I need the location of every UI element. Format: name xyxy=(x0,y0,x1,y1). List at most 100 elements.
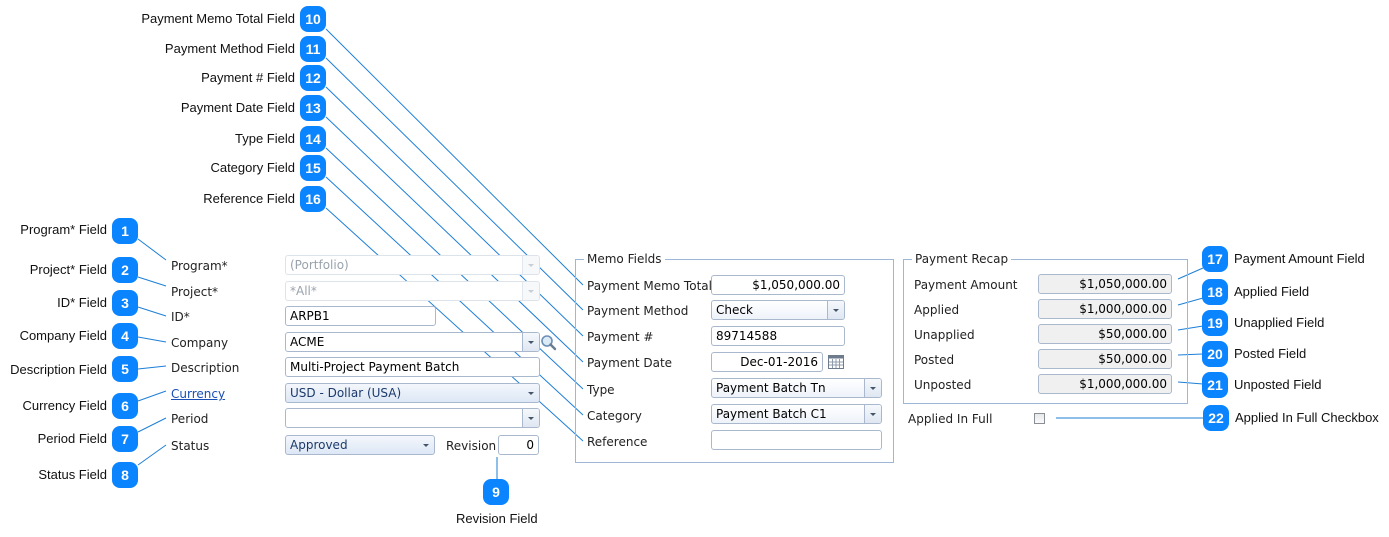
currency-field[interactable]: USD - Dollar (USA) xyxy=(285,383,540,403)
company-dropdown-arrow-icon[interactable] xyxy=(522,333,539,351)
period-field[interactable] xyxy=(285,408,540,428)
company-search-icon[interactable] xyxy=(540,334,557,351)
payment-amount-label: Payment Amount xyxy=(914,278,1018,292)
memo-fields-title: Memo Fields xyxy=(584,252,665,266)
callout-label-status: Status Field xyxy=(38,467,107,482)
callout-badge-16: 16 xyxy=(300,186,326,212)
connector-2 xyxy=(137,276,167,287)
status-label: Status xyxy=(171,439,210,453)
payment-amount-field xyxy=(1038,274,1172,294)
company-field[interactable]: ACME xyxy=(285,332,540,352)
revision-field[interactable] xyxy=(498,435,539,455)
project-field[interactable]: *All* xyxy=(285,281,540,301)
applied-label: Applied xyxy=(914,303,960,317)
unapplied-field xyxy=(1038,324,1172,344)
payment-method-dropdown-arrow-icon[interactable] xyxy=(827,301,844,319)
callout-badge-7: 7 xyxy=(112,426,138,452)
callout-badge-9: 9 xyxy=(483,479,509,505)
payment-memo-total-field[interactable] xyxy=(711,275,845,295)
callout-label-project: Project* Field xyxy=(29,262,107,277)
callout-badge-3: 3 xyxy=(112,290,138,316)
category-field[interactable]: Payment Batch C1 xyxy=(711,404,882,424)
callout-badge-12: 12 xyxy=(300,65,326,91)
callout-badge-4: 4 xyxy=(112,323,138,349)
connector-7 xyxy=(137,417,167,433)
callout-label-payment-number: Payment # Field xyxy=(201,70,295,85)
callout-label-category: Category Field xyxy=(210,160,295,175)
program-field[interactable]: (Portfolio) xyxy=(285,255,540,275)
status-dropdown-arrow-icon[interactable] xyxy=(418,436,434,454)
callout-badge-19: 19 xyxy=(1202,310,1228,336)
project-value: *All* xyxy=(290,284,317,298)
payment-memo-total-label: Payment Memo Total xyxy=(587,279,712,293)
company-value: ACME xyxy=(290,335,325,349)
applied-in-full-checkbox[interactable] xyxy=(1034,413,1045,424)
callout-badge-22: 22 xyxy=(1203,405,1229,431)
connector-5 xyxy=(137,365,167,370)
applied-in-full-label: Applied In Full xyxy=(908,412,993,426)
applied-field xyxy=(1038,299,1172,319)
reference-field[interactable] xyxy=(711,430,882,450)
callout-label-applied: Applied Field xyxy=(1234,284,1310,299)
description-label: Description xyxy=(171,361,240,375)
callout-label-reference: Reference Field xyxy=(203,191,295,206)
callout-label-type: Type Field xyxy=(235,131,295,146)
callout-label-revision: Revision Field xyxy=(456,511,538,526)
payment-recap-title: Payment Recap xyxy=(912,252,1012,266)
callout-label-payment-method: Payment Method Field xyxy=(164,41,295,56)
type-field[interactable]: Payment Batch Tn xyxy=(711,378,882,398)
callout-badge-2: 2 xyxy=(112,257,138,283)
connector-4 xyxy=(137,336,167,343)
callout-badge-17: 17 xyxy=(1202,246,1228,272)
payment-date-field[interactable] xyxy=(711,352,823,372)
status-value: Approved xyxy=(290,438,348,452)
callout-label-period: Period Field xyxy=(37,431,107,446)
callout-badge-21: 21 xyxy=(1202,372,1228,398)
program-dropdown-arrow-icon[interactable] xyxy=(522,256,539,274)
callout-badge-6: 6 xyxy=(112,393,138,419)
connector-6 xyxy=(137,390,167,402)
connector-8 xyxy=(137,444,167,466)
period-dropdown-arrow-icon[interactable] xyxy=(522,409,539,427)
payment-date-label: Payment Date xyxy=(587,356,673,370)
status-field[interactable]: Approved xyxy=(285,435,435,455)
callout-badge-1: 1 xyxy=(112,218,138,244)
payment-number-field[interactable] xyxy=(711,326,845,346)
category-dropdown-arrow-icon[interactable] xyxy=(864,405,881,423)
unposted-label: Unposted xyxy=(914,378,972,392)
type-dropdown-arrow-icon[interactable] xyxy=(864,379,881,397)
callout-label-id: ID* Field xyxy=(57,295,107,310)
program-value: (Portfolio) xyxy=(290,258,349,272)
currency-dropdown-arrow-icon[interactable] xyxy=(523,384,539,402)
callout-label-currency: Currency Field xyxy=(22,398,107,413)
description-field[interactable] xyxy=(285,357,540,377)
posted-label: Posted xyxy=(914,353,955,367)
currency-value: USD - Dollar (USA) xyxy=(290,386,402,400)
reference-label: Reference xyxy=(587,435,648,449)
callout-badge-14: 14 xyxy=(300,126,326,152)
program-label: Program* xyxy=(171,259,228,273)
callout-badge-10: 10 xyxy=(300,6,326,32)
callout-label-applied-in-full: Applied In Full Checkbox xyxy=(1235,410,1379,425)
posted-field xyxy=(1038,349,1172,369)
callout-label-unposted: Unposted Field xyxy=(1234,377,1322,392)
callout-badge-13: 13 xyxy=(300,95,326,121)
callout-badge-8: 8 xyxy=(112,462,138,488)
callout-label-company: Company Field xyxy=(19,328,107,343)
project-dropdown-arrow-icon[interactable] xyxy=(522,282,539,300)
payment-method-field[interactable]: Check xyxy=(711,300,845,320)
id-field[interactable] xyxy=(285,306,436,326)
callout-label-posted: Posted Field xyxy=(1234,346,1307,361)
callout-badge-5: 5 xyxy=(112,356,138,382)
callout-badge-11: 11 xyxy=(300,36,326,62)
callout-label-payment-date: Payment Date Field xyxy=(180,100,295,115)
payment-method-value: Check xyxy=(716,303,753,317)
payment-method-label: Payment Method xyxy=(587,304,689,318)
currency-link[interactable]: Currency xyxy=(171,387,225,401)
unposted-field xyxy=(1038,374,1172,394)
callout-label-description: Description Field xyxy=(10,362,107,377)
callout-label-unapplied: Unapplied Field xyxy=(1234,315,1325,330)
calendar-icon[interactable] xyxy=(828,355,844,369)
project-label: Project* xyxy=(171,285,219,299)
connector-10 xyxy=(325,28,584,286)
